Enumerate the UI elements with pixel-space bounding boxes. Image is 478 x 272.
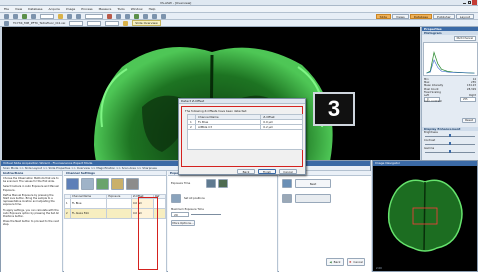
image-document-tab[interactable]: TC73K_MPI_PFTC_Tetrafluor_Cl4.vsi xyxy=(13,21,65,25)
bottom-area: Virtual Slide Acquisition Wizard - Fluor… xyxy=(0,160,478,272)
histogram-channel-select[interactable]: Multi Channel xyxy=(453,36,476,41)
menu-help[interactable]: Help xyxy=(149,7,156,11)
step-callout: 3 xyxy=(313,92,355,126)
channel-camera-icon[interactable] xyxy=(126,178,139,190)
cancel-button[interactable]: ✖ Cancel xyxy=(347,258,365,266)
menu-database[interactable]: Database xyxy=(28,7,42,11)
print-icon[interactable] xyxy=(31,13,36,19)
image-tab-bar: TC73K_MPI_PFTC_Tetrafluor_Cl4.vsi Slide … xyxy=(0,20,478,27)
grid-icon[interactable] xyxy=(125,13,130,19)
channel-config-icon[interactable] xyxy=(81,178,94,190)
navigator-thumbnail[interactable] xyxy=(373,166,477,262)
dialog-back-button[interactable]: Back xyxy=(237,169,255,174)
exposure-slider[interactable] xyxy=(191,214,221,215)
dialog-title: Detect Z-Offset xyxy=(179,99,305,104)
live-camera-icon[interactable] xyxy=(206,179,217,188)
close-icon[interactable] xyxy=(472,0,477,5)
histogram-plot[interactable] xyxy=(423,42,478,76)
menu-acquire[interactable]: Acquire xyxy=(48,7,59,11)
next-step-icon[interactable] xyxy=(282,179,292,188)
z-offset-table: Channel Name Z-Offset 1 FL Blue 0.0 µm 2… xyxy=(187,114,303,130)
menu-tools[interactable]: Tools xyxy=(117,7,124,11)
option-icon[interactable] xyxy=(282,194,292,203)
menu-image[interactable]: Image xyxy=(66,7,75,11)
overview-icon[interactable] xyxy=(123,20,129,26)
pointer-icon[interactable] xyxy=(67,13,72,19)
tab-slide[interactable]: Slide xyxy=(375,14,391,19)
contrast-slider[interactable] xyxy=(425,141,475,145)
dialog-highlight: The following Z-Offsets have been detect… xyxy=(181,106,303,167)
open-icon[interactable] xyxy=(4,13,9,19)
channel-select-1[interactable] xyxy=(69,20,84,26)
set-all-icon[interactable] xyxy=(171,194,181,203)
z-offset-highlight xyxy=(138,197,158,270)
menu-view[interactable]: View xyxy=(15,7,22,11)
tab-layout[interactable]: Layout xyxy=(455,14,474,19)
image-navigator: Image Navigator 2.00 xyxy=(372,160,478,272)
dialog-finish-button[interactable]: Finish xyxy=(258,169,276,174)
objective-select[interactable] xyxy=(85,13,103,19)
back-arrow-icon: ◀ xyxy=(329,260,332,264)
app-title: VS-ASW - [Overview] xyxy=(160,1,192,5)
back-button[interactable]: ◀ Back xyxy=(326,258,344,266)
layout-icon[interactable] xyxy=(116,13,121,19)
menu-measure[interactable]: Measure xyxy=(99,7,112,11)
menu-bar: File View Database Acquire Image Process… xyxy=(0,6,478,13)
acquire-icon[interactable] xyxy=(22,13,27,19)
record-icon[interactable] xyxy=(107,13,112,19)
exposure-value-input[interactable]: 20 xyxy=(171,212,189,217)
channel-select-2[interactable] xyxy=(87,20,102,26)
detect-z-offset-dialog: Detect Z-Offset The following Z-Offsets … xyxy=(178,98,306,175)
snapshot-icon[interactable] xyxy=(218,179,229,188)
channel-blue-icon[interactable] xyxy=(66,178,79,190)
snap-icon[interactable] xyxy=(143,13,148,19)
minimize-icon[interactable] xyxy=(463,1,466,4)
menu-process[interactable]: Process xyxy=(81,7,92,11)
dialog-cancel-button[interactable]: Cancel xyxy=(279,169,297,174)
tab-views[interactable]: Views xyxy=(392,14,409,19)
cancel-x-icon: ✖ xyxy=(349,260,352,264)
brightness-slider[interactable] xyxy=(425,133,475,137)
slide-overview-tab[interactable]: Slide Overview xyxy=(132,20,161,26)
gamma-slider[interactable] xyxy=(425,150,475,154)
channel-filter-icon[interactable] xyxy=(111,178,124,190)
tab-database[interactable]: Database xyxy=(409,14,433,19)
navigator-zoom: 2.00 xyxy=(376,267,382,270)
maximum-exposure-label: Maximum Exposure Time xyxy=(171,208,204,211)
save-icon[interactable] xyxy=(13,13,18,19)
set-all-positions-button[interactable]: Set All positions xyxy=(184,197,205,200)
live-icon[interactable] xyxy=(134,13,139,19)
right-value-input[interactable]: 255 xyxy=(460,97,476,103)
exposure-label: Exposure Time xyxy=(171,182,191,185)
step-callout-number: 3 xyxy=(327,96,341,121)
hand-icon[interactable] xyxy=(76,13,81,19)
main-toolbar: Slide Views Database Publisher Layout xyxy=(0,13,478,20)
menu-file[interactable]: File xyxy=(4,7,9,11)
next-step-panel: Next Step Next ◀ Back ✖ Cancel xyxy=(279,171,371,272)
more-options-button[interactable]: More Options... xyxy=(171,220,195,226)
menu-window[interactable]: Window xyxy=(131,7,143,11)
workspace-tabs: Slide Views Database Publisher Layout xyxy=(375,14,474,19)
filter-icon[interactable] xyxy=(152,13,157,19)
settings-icon[interactable] xyxy=(161,13,166,19)
magnify-icon[interactable] xyxy=(58,13,63,19)
instructions-text: Choose the Observation Methods that are … xyxy=(3,177,59,227)
option-button[interactable] xyxy=(295,194,331,203)
tab-publisher[interactable]: Publisher xyxy=(433,14,455,19)
document-icon xyxy=(4,20,9,26)
maximize-icon[interactable] xyxy=(468,1,471,4)
reset-button[interactable]: Reset xyxy=(462,117,476,123)
instructions-panel: Instructions Choose the Observation Meth… xyxy=(1,171,63,272)
channel-mixed-icon[interactable] xyxy=(96,178,109,190)
table-row[interactable]: 2 AlMbla C3 0.2 µm xyxy=(187,124,303,130)
channel-settings-panel: Channel Settings Channel Name Exposure Z… xyxy=(64,171,167,272)
next-step-button[interactable]: Next xyxy=(295,179,331,188)
exposure-panel: Exposure Time Exposure Time Set All posi… xyxy=(168,171,278,272)
channel-select-3[interactable] xyxy=(105,20,120,26)
acquisition-wizard: Virtual Slide Acquisition Wizard - Fluor… xyxy=(0,160,371,272)
zoom-select[interactable] xyxy=(40,13,54,19)
